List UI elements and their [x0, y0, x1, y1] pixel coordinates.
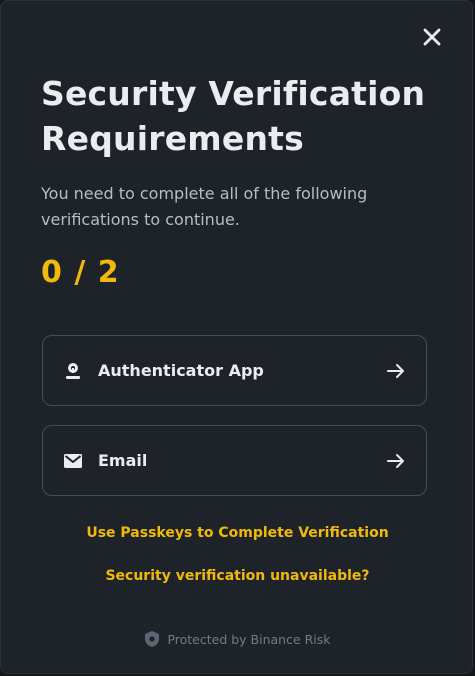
- dialog-subtitle: You need to complete all of the followin…: [41, 184, 368, 229]
- close-icon: [423, 28, 441, 46]
- shield-icon: [144, 630, 160, 648]
- use-passkeys-link[interactable]: Use Passkeys to Complete Verification: [1, 525, 474, 541]
- security-verification-dialog: Security Verification Requirements You n…: [0, 0, 473, 674]
- dialog-title: Security Verification Requirements: [41, 74, 426, 158]
- verification-unavailable-link[interactable]: Security verification unavailable?: [1, 568, 474, 584]
- email-label: Email: [98, 451, 148, 470]
- arrow-right-icon: [386, 451, 406, 471]
- footer-text: Protected by Binance Risk: [167, 631, 331, 647]
- protected-footer: Protected by Binance Risk: [1, 630, 474, 648]
- authenticator-app-label: Authenticator App: [98, 361, 264, 380]
- email-option[interactable]: Email: [42, 425, 427, 496]
- arrow-right-icon: [386, 361, 406, 381]
- envelope-icon: [64, 452, 82, 470]
- close-button[interactable]: [420, 25, 444, 49]
- verification-progress: 0 / 2: [41, 255, 120, 290]
- authenticator-icon: [64, 362, 82, 380]
- authenticator-app-option[interactable]: Authenticator App: [42, 335, 427, 406]
